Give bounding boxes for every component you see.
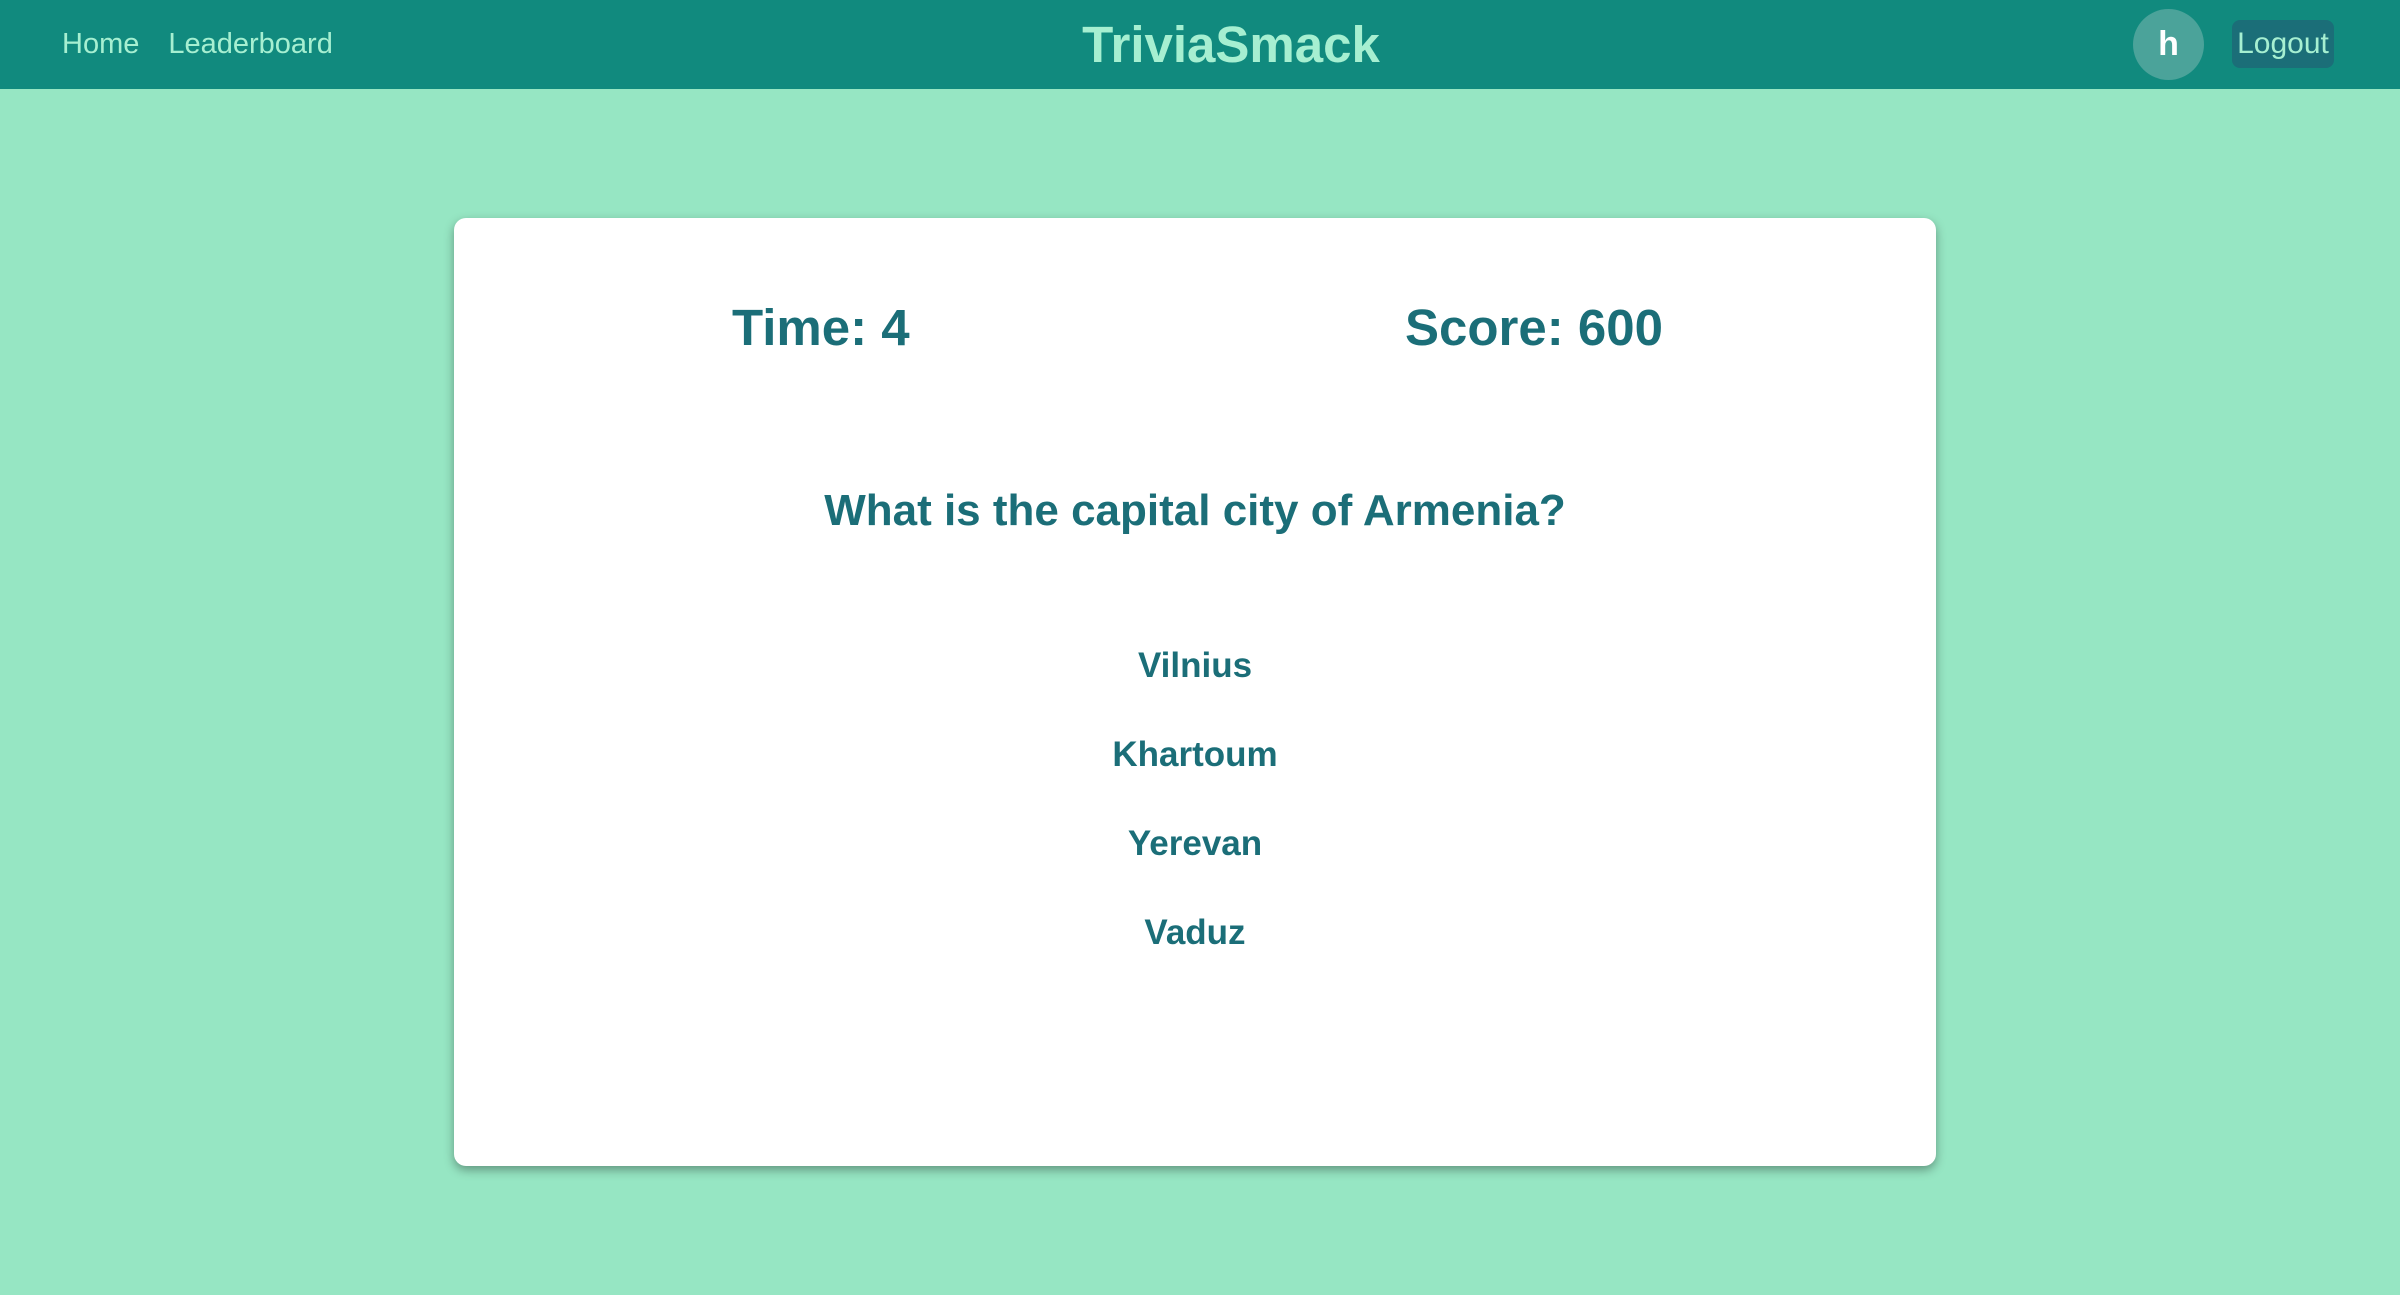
app-title: TriviaSmack xyxy=(1082,16,1380,73)
answer-option-3[interactable]: Yerevan xyxy=(1108,804,1282,893)
answer-option-1[interactable]: Vilnius xyxy=(1118,626,1272,715)
score-display: Score: 600 xyxy=(1405,299,1663,356)
quiz-card: Time: 4 Score: 600 What is the capital c… xyxy=(454,218,1936,1166)
nav-link-home[interactable]: Home xyxy=(62,28,139,61)
nav-link-leaderboard[interactable]: Leaderboard xyxy=(168,28,332,61)
answer-option-4[interactable]: Vaduz xyxy=(1124,893,1265,982)
timer-display: Time: 4 xyxy=(732,299,910,356)
nav-links: Home Leaderboard xyxy=(62,0,333,89)
user-avatar[interactable]: h xyxy=(2133,9,2204,80)
top-navbar: Home Leaderboard TriviaSmack h Logout xyxy=(0,0,2400,89)
answer-list: Vilnius Khartoum Yerevan Vaduz xyxy=(454,626,1936,982)
logout-button[interactable]: Logout xyxy=(2232,20,2334,68)
question-text: What is the capital city of Armenia? xyxy=(824,486,1566,535)
answer-option-2[interactable]: Khartoum xyxy=(1092,715,1297,804)
